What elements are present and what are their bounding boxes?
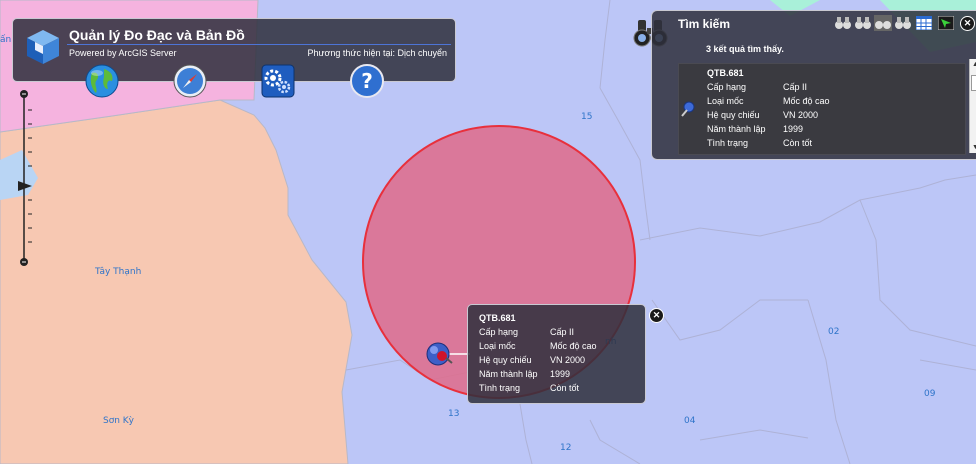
label-ward-15: 15 (581, 112, 593, 122)
title-divider (67, 44, 451, 45)
label-ward-12: 12 (560, 443, 572, 453)
app-header: Quản lý Đo Đạc và Bản Đồ Powered by ArcG… (12, 18, 456, 82)
binoculars-icon[interactable] (894, 15, 912, 31)
popup-attributes: QTB.681 Cấp hạng Cấp II Loại mốc Mốc độ ca… (479, 311, 597, 395)
search-toolbar: ✕ (834, 15, 976, 31)
popup-label: Loại mốc (479, 341, 516, 351)
scroll-up-icon[interactable]: ▲ (972, 61, 976, 68)
result-count: 3 kết quả tìm thấy. (706, 44, 784, 54)
close-icon[interactable]: ✕ (960, 16, 975, 31)
scroll-down-icon[interactable]: ▼ (972, 144, 976, 151)
results-list[interactable]: QTB.681 Cấp hạng Cấp II Loại mốc Mốc độ ca… (678, 63, 966, 155)
zoom-slider[interactable] (12, 88, 38, 268)
results-scrollbar[interactable]: ▲ ▼ (969, 59, 976, 153)
popup-value: 1999 (550, 369, 571, 379)
binoculars-icon[interactable] (854, 15, 872, 31)
result-label: Tình trạng (707, 138, 749, 148)
label-ward-09: 09 (924, 389, 936, 399)
result-value: Mốc độ cao (783, 96, 830, 106)
label-ward-13: 13 (448, 409, 460, 419)
app-title: Quản lý Đo Đạc và Bản Đồ (69, 27, 245, 43)
globe-icon[interactable] (84, 63, 120, 99)
table-icon[interactable] (916, 16, 932, 30)
result-value: Cấp II (783, 82, 808, 92)
label-ward-04: 04 (684, 416, 696, 426)
svg-text:?: ? (361, 69, 373, 93)
popup-label: Năm thành lập (479, 369, 538, 379)
popup-label: Hệ quy chiếu (479, 355, 532, 365)
scroll-thumb[interactable] (971, 75, 976, 91)
popup-id: QTB.681 (479, 313, 516, 323)
current-mode-text: Phương thức hiện tại: Dịch chuyển (307, 48, 447, 58)
result-label: Cấp hạng (707, 82, 747, 92)
result-label: Loại mốc (707, 96, 744, 106)
label-son-ky: Sơn Kỳ (103, 416, 135, 426)
result-label: Năm thành lập (707, 124, 766, 134)
result-value: 1999 (783, 124, 804, 134)
result-value: VN 2000 (783, 110, 819, 120)
popup-close-icon[interactable]: ✕ (649, 308, 664, 323)
label-ward-02: 02 (828, 327, 840, 337)
settings-gears-icon[interactable] (260, 63, 296, 99)
cube-logo-icon (27, 30, 59, 64)
popup-label: Cấp hạng (479, 327, 519, 337)
zoom-slider-handle[interactable] (18, 181, 32, 191)
result-item[interactable]: QTB.681 Cấp hạng Cấp II Loại mốc Mốc độ ca… (707, 66, 830, 150)
search-panel: Tìm kiếm ✕ 3 kết quả tìm thấy. QTB.681 C… (651, 10, 976, 160)
label-partial-an: ấn (0, 35, 12, 45)
pushpin-marker-icon[interactable] (424, 336, 472, 372)
search-title: Tìm kiếm (678, 17, 731, 31)
result-label: Hệ quy chiếu (707, 110, 760, 120)
binoculars-icon[interactable] (834, 15, 852, 31)
app-subtitle: Powered by ArcGIS Server (69, 48, 177, 58)
compass-icon[interactable] (172, 63, 208, 99)
popup-value: VN 2000 (550, 355, 586, 365)
binoculars-icon[interactable] (874, 15, 892, 31)
result-value: Còn tốt (783, 138, 813, 148)
popup-value: Cấp II (550, 327, 575, 337)
feature-popup: QTB.681 Cấp hạng Cấp II Loại mốc Mốc độ ca… (467, 304, 646, 404)
help-icon[interactable]: ? (349, 63, 385, 99)
result-id: QTB.681 (707, 68, 744, 78)
zoom-to-icon[interactable] (938, 16, 954, 30)
popup-value: Còn tốt (550, 383, 580, 393)
popup-label: Tình trạng (479, 383, 521, 393)
label-tay-thanh: Tây Thạnh (95, 267, 142, 277)
popup-value: Mốc độ cao (550, 341, 597, 351)
result-pushpin-icon (681, 101, 695, 117)
